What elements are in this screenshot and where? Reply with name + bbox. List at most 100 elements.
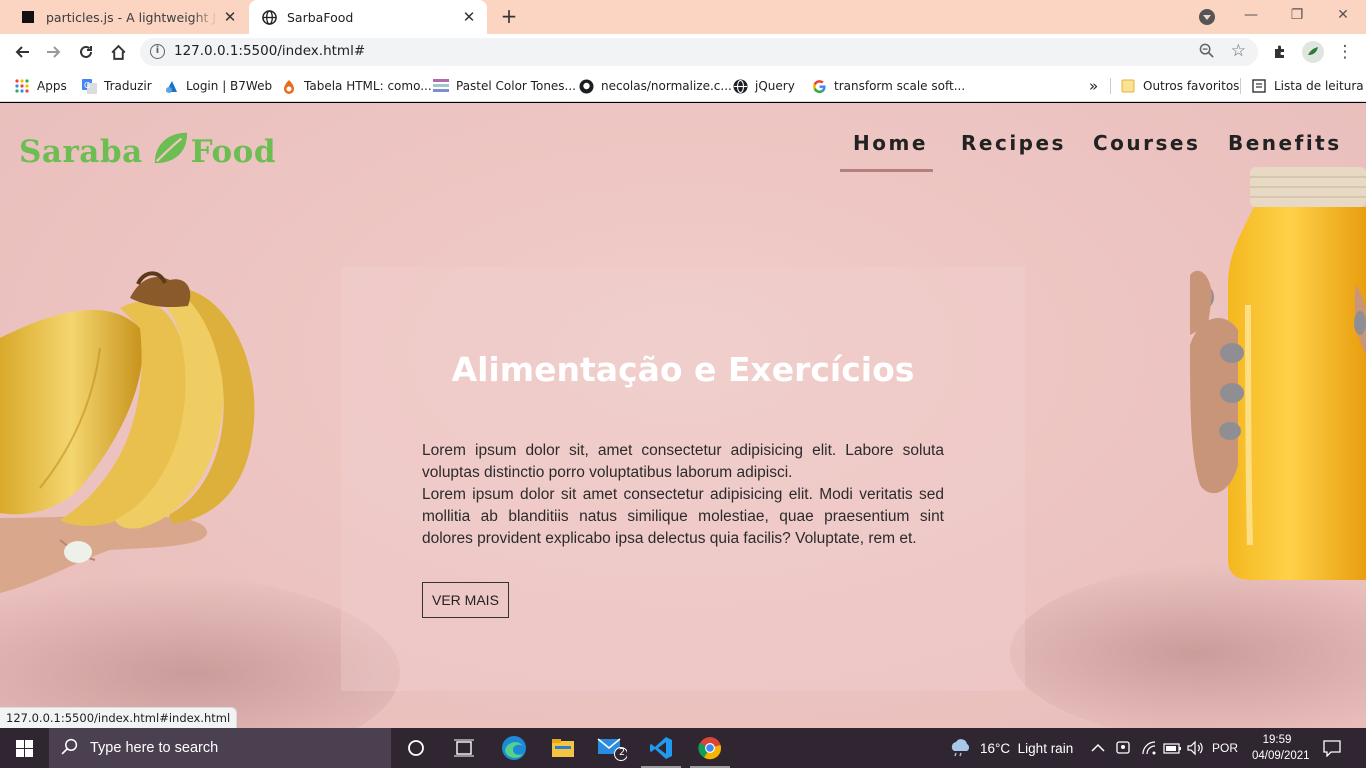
url-text[interactable]: 127.0.0.1:5500/index.html#: [174, 43, 365, 59]
bookmark-label: jQuery: [755, 79, 795, 93]
browser-toolbar: i 127.0.0.1:5500/index.html# ☆ ⋮: [0, 34, 1366, 70]
github-icon: [578, 78, 594, 94]
zoom-icon[interactable]: [1199, 43, 1214, 62]
new-tab-button[interactable]: +: [498, 5, 520, 27]
cortana-icon[interactable]: [392, 728, 440, 768]
bookmark-transform-scale[interactable]: transform scale soft...: [811, 76, 965, 96]
leaf-icon: [151, 129, 189, 175]
nav-home[interactable]: Home: [853, 131, 928, 155]
link-status-bar: 127.0.0.1:5500/index.html#index.html: [0, 707, 238, 729]
network-icon[interactable]: [1141, 728, 1157, 768]
apps-grid-icon: [14, 78, 30, 94]
edge-icon[interactable]: [490, 728, 538, 768]
bookmark-normalize[interactable]: necolas/normalize.c...: [578, 76, 732, 96]
system-clock[interactable]: 19:59 04/09/2021: [1252, 732, 1310, 764]
mail-icon[interactable]: 2: [588, 728, 636, 768]
bookmark-label: Apps: [37, 79, 67, 93]
start-button[interactable]: [0, 728, 48, 768]
task-view-icon[interactable]: [440, 728, 488, 768]
google-icon: [811, 78, 827, 94]
close-tab-icon[interactable]: ✕: [218, 8, 242, 26]
hero-card: Alimentação e Exercícios Lorem ipsum dol…: [341, 267, 1025, 691]
bookmark-jquery[interactable]: jQuery: [732, 76, 795, 96]
clock-time: 19:59: [1262, 734, 1292, 746]
home-icon[interactable]: [106, 40, 130, 64]
ver-mais-button[interactable]: VER MAIS: [422, 582, 509, 618]
site-info-icon[interactable]: i: [150, 44, 165, 59]
nav-benefits[interactable]: Benefits: [1228, 131, 1342, 155]
nav-active-underline: [840, 169, 933, 172]
bookmark-label: Lista de leitura: [1274, 79, 1364, 93]
vscode-icon[interactable]: [637, 728, 685, 768]
site-logo[interactable]: Saraba Food: [19, 129, 276, 175]
reading-list-button[interactable]: Lista de leitura: [1251, 76, 1364, 96]
address-bar[interactable]: i 127.0.0.1:5500/index.html# ☆: [140, 38, 1258, 66]
minimize-icon[interactable]: —: [1228, 0, 1274, 30]
bookmark-label: Traduzir: [104, 79, 152, 93]
weather-text: 16°C Light rain: [980, 740, 1074, 756]
bookmark-outros-favoritos[interactable]: Outros favoritos: [1120, 76, 1239, 96]
nav-courses[interactable]: Courses: [1093, 131, 1200, 155]
bookmark-label: Outros favoritos: [1143, 79, 1240, 93]
reading-list-icon: [1251, 78, 1267, 94]
reload-icon[interactable]: [74, 40, 98, 64]
bookmark-label: necolas/normalize.c...: [601, 79, 732, 93]
clock-date: 04/09/2021: [1252, 750, 1310, 762]
tab-title: particles.js - A lightweight JavaScript …: [46, 9, 218, 25]
windows-logo-icon: [15, 739, 33, 757]
meet-now-icon[interactable]: [1115, 728, 1131, 768]
bookmark-star-icon[interactable]: ☆: [1231, 41, 1246, 61]
juice-bottle-image: [1190, 167, 1366, 580]
show-hidden-icons[interactable]: [1091, 728, 1105, 768]
input-language[interactable]: POR: [1212, 728, 1238, 768]
forward-icon[interactable]: [42, 40, 66, 64]
hand-shadow-right: [1010, 563, 1366, 728]
hero-paragraph-1: Lorem ipsum dolor sit, amet consectetur …: [422, 442, 944, 481]
extensions-icon[interactable]: [1268, 40, 1292, 64]
bookmark-pastel-colors[interactable]: Pastel Color Tones...: [433, 76, 576, 96]
mail-badge: 2: [619, 747, 626, 758]
globe-icon: [261, 9, 277, 25]
bookmark-tabela-html[interactable]: Tabela HTML: como...: [281, 76, 432, 96]
globe-icon: [732, 78, 748, 94]
bookmark-label: Pastel Color Tones...: [456, 79, 576, 93]
logo-text-left: Saraba: [19, 134, 143, 170]
tab-search-icon[interactable]: [1199, 9, 1215, 25]
tab-strip: particles.js - A lightweight JavaScript …: [0, 0, 1366, 34]
restore-icon[interactable]: ❐: [1274, 0, 1320, 30]
html-icon: [281, 78, 297, 94]
logo-text-right: Food: [190, 134, 276, 170]
cloud-rain-icon: [951, 739, 970, 757]
particles-favicon-icon: [20, 9, 36, 25]
translate-icon: G: [81, 78, 97, 94]
tab-title: SarbaFood: [287, 9, 354, 25]
search-placeholder: Type here to search: [90, 740, 219, 756]
file-explorer-icon[interactable]: [539, 728, 587, 768]
bookmark-divider: [1110, 78, 1111, 94]
bookmark-b7web[interactable]: Login | B7Web: [163, 76, 272, 96]
chrome-menu-icon[interactable]: ⋮: [1333, 40, 1357, 64]
tab-sarbafood[interactable]: SarbaFood ✕: [249, 0, 487, 34]
palette-icon: [433, 78, 449, 94]
notifications-icon[interactable]: [1322, 728, 1342, 768]
svg-text:G: G: [84, 81, 90, 90]
window-close-icon[interactable]: ✕: [1320, 0, 1366, 30]
close-tab-icon[interactable]: ✕: [457, 8, 481, 26]
bookmarks-overflow-button[interactable]: »: [1089, 76, 1098, 96]
chrome-icon[interactable]: [686, 728, 734, 768]
bookmarks-bar: Apps G Traduzir Login | B7Web Tabela HTM…: [0, 70, 1366, 102]
nav-recipes[interactable]: Recipes: [961, 131, 1066, 155]
back-icon[interactable]: [10, 40, 34, 64]
taskbar-search-box[interactable]: Type here to search: [49, 728, 391, 768]
tab-particles[interactable]: particles.js - A lightweight JavaScript …: [8, 0, 248, 34]
battery-icon[interactable]: [1163, 728, 1183, 768]
profile-avatar[interactable]: [1301, 40, 1325, 64]
bookmark-apps[interactable]: Apps: [14, 76, 67, 96]
bookmark-traduzir[interactable]: G Traduzir: [81, 76, 152, 96]
hero-title: Alimentação e Exercícios: [451, 350, 915, 389]
bookmark-label: Tabela HTML: como...: [304, 79, 432, 93]
bookmark-label: Login | B7Web: [186, 79, 273, 93]
bananas-image: [0, 271, 255, 593]
weather-widget[interactable]: 16°C Light rain: [948, 728, 1073, 768]
volume-icon[interactable]: [1186, 728, 1204, 768]
